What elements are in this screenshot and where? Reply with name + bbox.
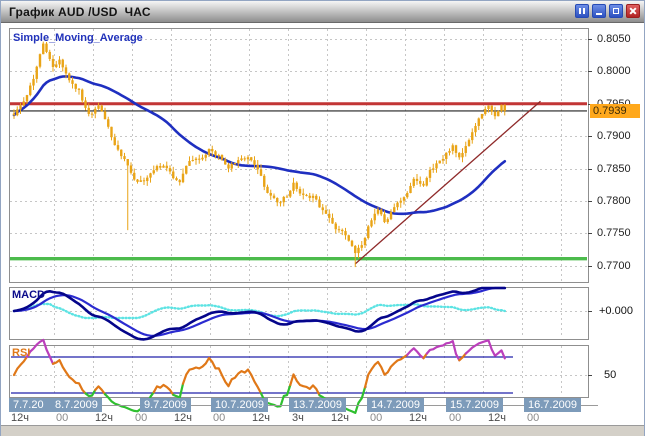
date-badge: 16.7.2009	[524, 398, 581, 412]
rsi-50-axis-label: 50	[604, 369, 616, 382]
close-button[interactable]	[626, 4, 640, 18]
main-chart-panel[interactable]	[10, 29, 589, 283]
date-badge: 8.7.2009	[51, 398, 102, 412]
pause-button[interactable]	[575, 4, 589, 18]
date-badge: 7.7.20	[9, 398, 51, 412]
time-label: 12ч	[488, 412, 506, 424]
time-label: 00	[135, 412, 147, 424]
time-label: 12ч	[95, 412, 113, 424]
time-label: 3ч	[292, 412, 304, 424]
date-badge: 10.7.2009	[211, 398, 268, 412]
time-label: 12ч	[252, 412, 270, 424]
window-controls	[575, 4, 640, 18]
maximize-button[interactable]	[609, 4, 623, 18]
minimize-button[interactable]	[592, 4, 606, 18]
macd-zero-axis-label: +0.000	[599, 305, 633, 318]
title-bar[interactable]: График AUD /USD ЧАС	[1, 1, 644, 23]
time-label: 00	[213, 412, 225, 424]
window-title: График AUD /USD ЧАС	[9, 5, 151, 19]
time-label: 00	[56, 412, 68, 424]
macd-legend-label: MACD	[12, 289, 45, 302]
date-badge: 13.7.2009	[289, 398, 346, 412]
date-badge: 14.7.2009	[367, 398, 424, 412]
date-badge: 9.7.2009	[140, 398, 191, 412]
time-label: 12ч	[331, 412, 349, 424]
time-label: 00	[527, 412, 539, 424]
macd-panel[interactable]	[10, 288, 589, 340]
minimize-icon	[596, 13, 602, 15]
bottom-scroll-area	[1, 425, 644, 436]
maximize-icon	[613, 8, 619, 14]
rsi-legend-label: RSI	[12, 347, 30, 360]
time-label: 12ч	[174, 412, 192, 424]
time-label: 12ч	[11, 412, 29, 424]
time-label: 00	[370, 412, 382, 424]
chart-window: { "window": { "title": "График AUD /USD …	[0, 0, 645, 436]
pause-icon	[579, 8, 585, 14]
current-price-badge: 0.7939	[590, 104, 640, 118]
date-badge: 15.7.2009	[446, 398, 503, 412]
sma-legend-label: Simple_Moving_Average	[13, 32, 143, 45]
time-label: 12ч	[409, 412, 427, 424]
chart-canvas	[1, 1, 645, 437]
time-label: 00	[449, 412, 461, 424]
